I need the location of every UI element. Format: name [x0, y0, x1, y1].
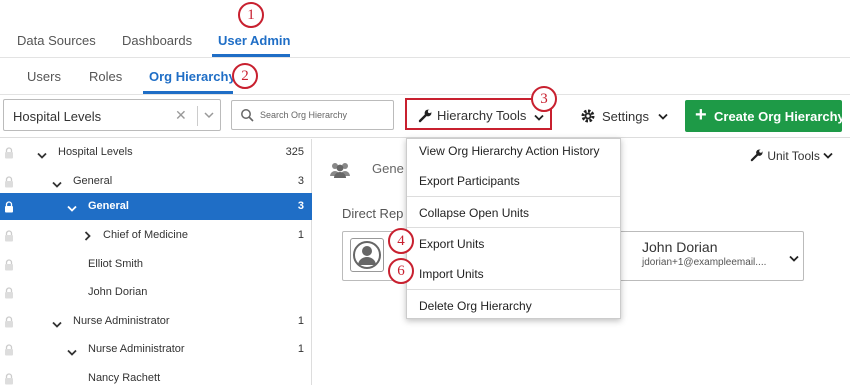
- menu-item-export-units[interactable]: Export Units: [419, 237, 484, 251]
- menu-divider: [407, 227, 620, 228]
- toolbar: Hospital Levels ✕ Search Org Hierarchy H…: [0, 96, 850, 138]
- hierarchy-tools-menu: View Org Hierarchy Action History Export…: [406, 138, 621, 319]
- hierarchy-select-value: Hospital Levels: [13, 109, 102, 124]
- tree-count: 325: [285, 146, 304, 158]
- chevron-down-icon[interactable]: [67, 202, 77, 216]
- subtab-org-hierarchy[interactable]: Org Hierarchy: [149, 69, 236, 84]
- tree-label: John Dorian: [88, 286, 148, 298]
- search-icon: [240, 108, 254, 125]
- chevron-down-icon: [534, 111, 544, 125]
- menu-item-view-action-history[interactable]: View Org Hierarchy Action History: [419, 144, 600, 158]
- subtab-roles[interactable]: Roles: [89, 69, 122, 84]
- chevron-down-icon: [658, 113, 668, 120]
- plus-icon: +: [695, 104, 707, 126]
- chevron-down-icon[interactable]: [67, 346, 77, 360]
- create-label: Create Org Hierarchy: [714, 109, 845, 124]
- chevron-right-icon[interactable]: [84, 230, 92, 244]
- unit-tools-label: Unit Tools: [767, 149, 820, 163]
- tree-count: 3: [297, 175, 304, 187]
- tree-row[interactable]: Nurse Administrator 1: [0, 308, 312, 337]
- lock-icon: [4, 201, 14, 216]
- gear-icon: [581, 109, 595, 123]
- sub-nav: Users Roles Org Hierarchy: [0, 58, 850, 95]
- tree-count: 1: [297, 343, 304, 355]
- search-placeholder: Search Org Hierarchy: [260, 110, 348, 120]
- tree-label: Nancy Rachett: [88, 372, 161, 384]
- hierarchy-select[interactable]: Hospital Levels ✕: [3, 99, 221, 131]
- lock-icon: [4, 316, 14, 331]
- lock-icon: [4, 230, 14, 245]
- chevron-down-icon[interactable]: [52, 318, 62, 332]
- lock-icon: [4, 287, 14, 302]
- hierarchy-tools-button[interactable]: Hierarchy Tools: [405, 98, 552, 130]
- callout-badge-3: 3: [531, 86, 557, 112]
- chevron-down-icon: [823, 152, 833, 159]
- menu-item-delete-org-hierarchy[interactable]: Delete Org Hierarchy: [419, 299, 532, 313]
- tree-row[interactable]: Nurse Administrator 1: [0, 336, 312, 365]
- menu-item-export-participants[interactable]: Export Participants: [419, 174, 520, 188]
- tree-row-selected[interactable]: General 3: [0, 193, 312, 220]
- callout-badge-1: 1: [238, 2, 264, 28]
- tree-label: General: [73, 175, 113, 187]
- active-subtab-underline: [143, 91, 233, 94]
- menu-divider: [407, 289, 620, 290]
- active-tab-underline: [212, 54, 290, 57]
- tree-count: 3: [297, 200, 304, 212]
- lock-icon: [4, 344, 14, 359]
- lock-icon: [4, 176, 14, 191]
- callout-badge-6: 6: [388, 258, 414, 284]
- org-hierarchy-tree: Hospital Levels 325 General 3 General 3 …: [0, 139, 312, 385]
- unit-tools-button[interactable]: Unit Tools: [750, 148, 833, 163]
- tree-row[interactable]: John Dorian: [0, 279, 312, 308]
- create-org-hierarchy-button[interactable]: + Create Org Hierarchy: [685, 100, 845, 132]
- callout-badge-2: 2: [232, 63, 258, 89]
- hierarchy-tools-label: Hierarchy Tools: [437, 108, 527, 123]
- lock-icon: [4, 147, 14, 162]
- tree-row[interactable]: Hospital Levels 325: [0, 139, 312, 168]
- tree-row[interactable]: Elliot Smith: [0, 251, 312, 280]
- tree-row[interactable]: Nancy Rachett: [0, 365, 312, 385]
- chevron-down-icon[interactable]: [52, 178, 62, 192]
- subtab-users[interactable]: Users: [27, 69, 61, 84]
- chevron-down-icon[interactable]: [37, 149, 47, 163]
- menu-item-collapse-open-units[interactable]: Collapse Open Units: [419, 206, 529, 220]
- chevron-down-icon[interactable]: [203, 109, 215, 124]
- tab-user-admin[interactable]: User Admin: [218, 33, 290, 48]
- select-divider: [197, 106, 198, 126]
- unit-title: Gene: [372, 161, 404, 176]
- lock-icon: [4, 259, 14, 274]
- tree-label: Chief of Medicine: [103, 229, 188, 241]
- callout-badge-4: 4: [388, 228, 414, 254]
- lock-icon: [4, 373, 14, 385]
- person-name: John Dorian: [642, 239, 718, 255]
- search-input[interactable]: Search Org Hierarchy: [231, 100, 394, 130]
- menu-item-import-units[interactable]: Import Units: [419, 267, 484, 281]
- users-icon: [328, 161, 352, 182]
- person-email: jdorian+1@exampleemail....: [642, 257, 767, 268]
- tree-label: Nurse Administrator: [88, 343, 185, 355]
- chevron-down-icon[interactable]: [789, 252, 799, 266]
- tab-dashboards[interactable]: Dashboards: [122, 33, 192, 48]
- direct-reports-label: Direct Rep: [342, 206, 404, 221]
- top-nav: Data Sources Dashboards User Admin: [0, 0, 850, 58]
- tree-label: General: [88, 200, 129, 212]
- clear-icon[interactable]: ✕: [175, 107, 187, 124]
- tree-label: Nurse Administrator: [73, 315, 170, 327]
- settings-label: Settings: [602, 109, 649, 124]
- wrench-icon: [418, 108, 433, 126]
- tree-count: 1: [297, 229, 304, 241]
- tree-label: Elliot Smith: [88, 258, 144, 270]
- tree-label: Hospital Levels: [58, 146, 133, 158]
- wrench-icon: [750, 149, 763, 162]
- menu-divider: [407, 196, 620, 197]
- tree-count: 1: [297, 315, 304, 327]
- tree-row[interactable]: Chief of Medicine 1: [0, 222, 312, 251]
- tab-data-sources[interactable]: Data Sources: [17, 33, 96, 48]
- avatar: [350, 238, 384, 272]
